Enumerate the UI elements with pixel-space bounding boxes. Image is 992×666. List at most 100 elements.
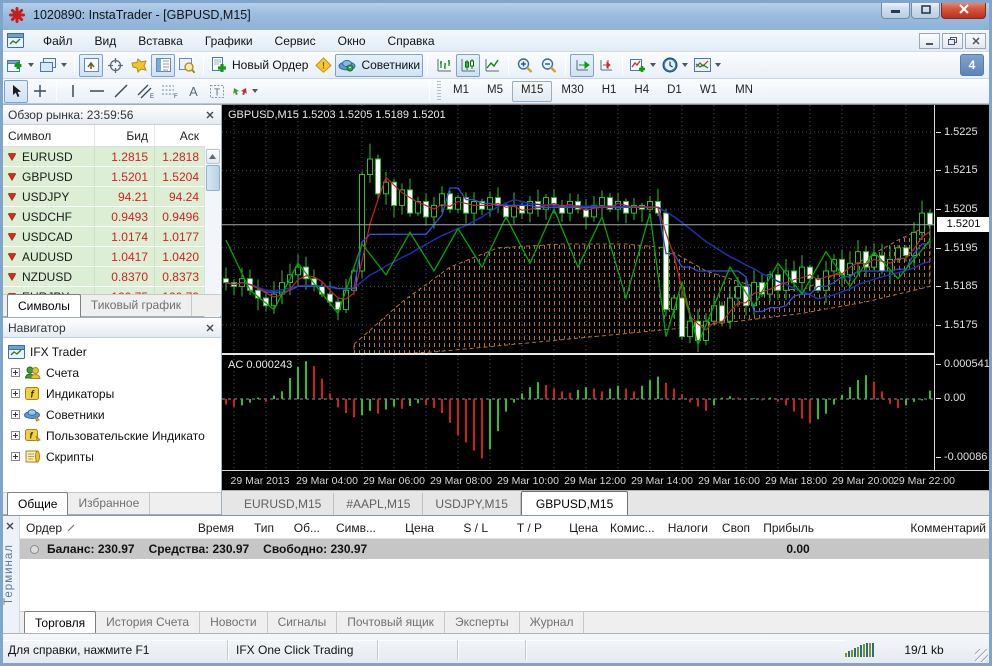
tab-favorites[interactable]: Избранное (68, 493, 151, 514)
column-comment[interactable]: Комментарий (820, 521, 992, 535)
chart-tab-usdjpy[interactable]: USDJPY,M15 (423, 493, 521, 515)
column-ask[interactable]: Аск (155, 125, 205, 146)
minimize-button[interactable] (881, 0, 910, 19)
trendline-tool-button[interactable] (109, 80, 133, 103)
periods-button[interactable] (659, 54, 691, 77)
column-time[interactable]: Время (170, 521, 240, 535)
navigator-item-scripts[interactable]: Скрипты (3, 446, 221, 467)
column-commission[interactable]: Комис... (604, 521, 660, 535)
mdi-minimize-button[interactable] (919, 33, 940, 49)
tab-mailbox[interactable]: Почтовый ящик (337, 612, 445, 633)
column-symbol[interactable]: Симв... (326, 521, 382, 535)
column-bid[interactable]: Бид (95, 125, 155, 146)
chart-shift-button[interactable] (594, 54, 618, 77)
timeframe-w1-button[interactable]: W1 (691, 81, 726, 102)
tab-trade[interactable]: Торговля (24, 611, 97, 634)
alerts-icon[interactable]: ! (311, 54, 335, 77)
column-taxes[interactable]: Налоги (660, 521, 714, 535)
chart-tab-eurusd[interactable]: EURUSD,M15 (232, 493, 335, 515)
column-tp[interactable]: T / P (494, 521, 548, 535)
menu-view[interactable]: Вид (84, 31, 128, 51)
tab-tick-chart[interactable]: Тиковый график (81, 295, 193, 316)
restore-button[interactable] (911, 0, 940, 19)
timeframe-h4-button[interactable]: H4 (625, 81, 658, 102)
tick-chart-button[interactable] (79, 53, 103, 77)
auto-scroll-button[interactable] (570, 53, 595, 77)
timeframe-mn-button[interactable]: MN (726, 81, 762, 102)
expand-plus-icon[interactable] (11, 410, 20, 419)
timeframe-d1-button[interactable]: D1 (658, 81, 691, 102)
navigator-item-indicators[interactable]: f Индикаторы (3, 383, 221, 404)
favorites-button[interactable] (127, 54, 151, 77)
zoom-in-button[interactable] (513, 54, 537, 77)
market-watch-row[interactable]: GBPUSD 1.5201 1.5204 (3, 167, 205, 187)
expand-plus-icon[interactable] (11, 368, 20, 377)
data-window-button[interactable] (175, 54, 199, 77)
tab-account-history[interactable]: История Счета (96, 612, 201, 633)
terminal-close-icon[interactable] (3, 519, 16, 532)
navigator-root[interactable]: IFX Trader (3, 341, 221, 362)
text-label-tool-button[interactable]: T (205, 80, 229, 103)
tab-news[interactable]: Новости (200, 612, 268, 633)
timeframe-m30-button[interactable]: M30 (552, 81, 592, 102)
tab-symbols[interactable]: Символы (7, 294, 81, 317)
balance-row[interactable]: Баланс: 230.97 Средства: 230.97 Свободно… (20, 539, 992, 559)
fibonacci-tool-button[interactable]: F (157, 80, 181, 103)
market-watch-row[interactable]: USDCHF 0.9493 0.9496 (3, 207, 205, 227)
column-type[interactable]: Тип (240, 521, 280, 535)
line-chart-type-button[interactable] (480, 54, 504, 77)
candlestick-chart-type-button[interactable] (456, 53, 481, 77)
expand-plus-icon[interactable] (11, 389, 20, 398)
menu-window[interactable]: Окно (327, 31, 377, 51)
menu-service[interactable]: Сервис (264, 31, 327, 51)
column-volume[interactable]: Об... (280, 521, 326, 535)
tab-experts[interactable]: Эксперты (445, 612, 520, 633)
navigator-item-advisors[interactable]: Советники (3, 404, 221, 425)
scroll-up-icon[interactable] (205, 149, 220, 164)
column-sl[interactable]: S / L (440, 521, 494, 535)
chart-tab-gbpusd[interactable]: GBPUSD,M15 (520, 491, 629, 516)
new-order-button[interactable]: Новый Ордер (208, 54, 311, 77)
price-scale[interactable]: 1.5225 1.5215 1.5205 1.5195 1.5185 1.517… (934, 105, 992, 470)
templates-button[interactable] (691, 54, 724, 77)
timeframe-m5-button[interactable]: M5 (478, 81, 512, 102)
market-watch-row[interactable]: USDJPY 94.21 94.24 (3, 187, 205, 207)
tab-common[interactable]: Общие (7, 492, 69, 515)
expert-advisors-button[interactable]: Советники (335, 53, 424, 77)
menu-insert[interactable]: Вставка (127, 31, 194, 51)
equidistant-channel-tool-button[interactable]: E (133, 80, 157, 103)
column-profit[interactable]: Прибыль (756, 521, 820, 535)
horizontal-line-tool-button[interactable] (85, 80, 109, 103)
market-watch-toggle-button[interactable] (151, 53, 175, 77)
scrollbar-thumb[interactable] (205, 165, 220, 191)
column-swap[interactable]: Своп (714, 521, 756, 535)
zoom-out-button[interactable] (537, 54, 561, 77)
market-watch-row[interactable]: EURUSD 1.2815 1.2818 (3, 147, 205, 167)
price-chart[interactable] (222, 105, 934, 353)
menu-file[interactable]: Файл (32, 31, 84, 51)
status-one-click-trading[interactable]: IFX One Click Trading (228, 640, 378, 660)
menu-help[interactable]: Справка (377, 31, 446, 51)
cursor-tool-button[interactable] (4, 79, 28, 103)
mdi-close-button[interactable] (965, 33, 986, 49)
expand-plus-icon[interactable] (11, 431, 20, 440)
navigator-item-accounts[interactable]: Счета (3, 362, 221, 383)
bar-chart-type-button[interactable] (432, 54, 456, 77)
column-price-open[interactable]: Цена (382, 521, 440, 535)
navigator-item-custom-indicators[interactable]: f Пользовательские Индикато (3, 425, 221, 446)
time-axis[interactable]: 29 Mar 2013 29 Mar 04:00 29 Mar 06:00 29… (222, 470, 992, 491)
profiles-button[interactable] (37, 54, 70, 77)
indicators-button[interactable] (627, 54, 659, 77)
ac-indicator-chart[interactable] (222, 355, 934, 469)
timeframe-m15-button[interactable]: M15 (511, 80, 553, 102)
column-symbol[interactable]: Символ (3, 125, 95, 146)
market-watch-scrollbar[interactable] (204, 148, 220, 318)
tab-signals[interactable]: Сигналы (268, 612, 338, 633)
text-tool-button[interactable]: A (181, 80, 205, 103)
navigator-close-icon[interactable] (203, 321, 216, 334)
market-watch-row[interactable]: NZDUSD 0.8370 0.8373 (3, 267, 205, 287)
vertical-line-tool-button[interactable] (61, 80, 85, 103)
column-order[interactable]: Ордер (20, 521, 170, 535)
market-watch-close-icon[interactable] (203, 108, 216, 121)
crosshair-button[interactable] (103, 54, 127, 77)
